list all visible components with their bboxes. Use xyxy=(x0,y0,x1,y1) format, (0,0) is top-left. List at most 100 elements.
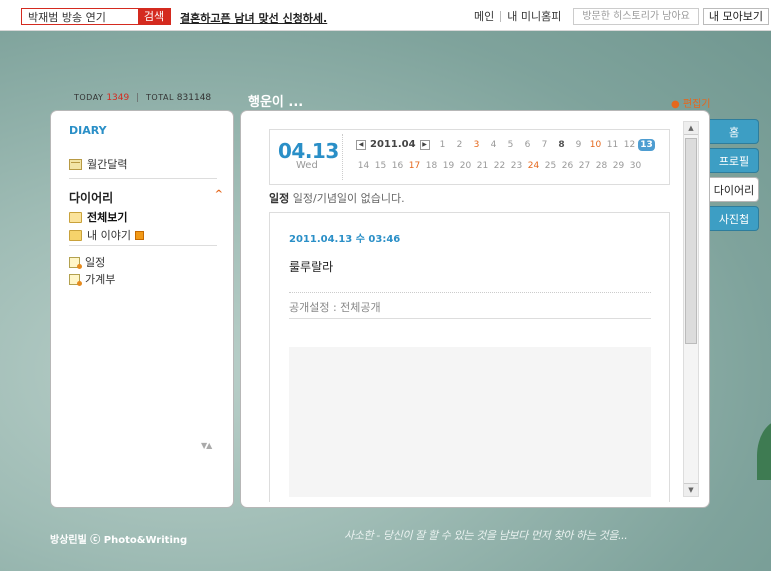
sidebar-item-my-story[interactable]: 내 이야기 xyxy=(69,227,144,243)
today-count: 1349 xyxy=(106,93,130,103)
calendar-day[interactable]: 13 xyxy=(638,139,655,151)
nav-minihompy-link[interactable]: 내 미니홈피 xyxy=(501,8,567,25)
search-box: 검색 xyxy=(21,8,171,25)
calendar-row: 14 15 16 17 18 19 20 21 22 23 24 25 26 27 28 29 30 xyxy=(355,160,670,172)
new-badge-icon xyxy=(134,230,144,240)
home-title: 행운이 ... xyxy=(248,95,304,110)
search-button[interactable]: 검색 xyxy=(138,9,170,24)
calendar-day[interactable]: 2 xyxy=(451,139,468,151)
nav-main-link[interactable]: 메인 xyxy=(468,8,500,25)
sidebar-item-label: 전체보기 xyxy=(87,211,128,224)
post-privacy: 공개설정 : 전체공개 xyxy=(289,301,381,314)
calendar-day[interactable]: 14 xyxy=(355,160,372,172)
top-nav: 메인 내 미니홈피 방문한 히스토리가 남아요 내 모아보기 xyxy=(468,8,769,25)
sidebar-divider xyxy=(69,245,217,246)
visitor-stats: TODAY 1349 | TOTAL 831148 xyxy=(74,93,211,103)
search-input[interactable] xyxy=(22,9,138,24)
scroll-down-icon[interactable]: ▼ xyxy=(684,483,698,496)
main-content: 04.13 Wed ◀ 2011.04 ▶ 1 2 3 4 5 6 7 8 9 10 11 12 13 … xyxy=(240,110,710,508)
tab-photo-album[interactable]: 사진첩 xyxy=(710,206,759,231)
calendar-day[interactable]: 6 xyxy=(519,139,536,151)
promo-link[interactable]: 결혼하고픈 남녀 맞선 신청하세. xyxy=(180,10,327,26)
calendar-day[interactable]: 26 xyxy=(559,160,576,172)
calendar-day[interactable]: 15 xyxy=(372,160,389,172)
calendar-day[interactable]: 12 xyxy=(621,139,638,151)
section-title: 다이어리 xyxy=(69,191,114,205)
schedule-label: 일정 xyxy=(269,192,290,205)
sidebar-section-diary[interactable]: 다이어리 ^ xyxy=(69,189,225,206)
sidebar-item-label: 가계부 xyxy=(85,273,116,286)
calendar-day[interactable]: 16 xyxy=(389,160,406,172)
top-bar: 검색 결혼하고픈 남녀 맞선 신청하세. 메인 내 미니홈피 방문한 히스토리가… xyxy=(0,0,771,31)
scroll-thumb[interactable] xyxy=(685,138,697,344)
scroll-up-icon[interactable]: ▲ xyxy=(684,122,698,135)
footer-owner: 방상린빌 ⓒ Photo&Writing xyxy=(50,535,188,546)
calendar-day[interactable]: 29 xyxy=(610,160,627,172)
main-scrollbar[interactable]: ▲ ▼ xyxy=(683,121,699,497)
post-divider xyxy=(289,292,651,293)
calendar-day[interactable]: 30 xyxy=(627,160,644,172)
calendar-day[interactable]: 25 xyxy=(542,160,559,172)
calendar-day[interactable]: 22 xyxy=(491,160,508,172)
collapse-icon[interactable]: ^ xyxy=(215,189,223,206)
diary-post: 2011.04.13 수 03:46 룰루랄라 공개설정 : 전체공개 xyxy=(269,212,670,502)
tab-diary[interactable]: 다이어리 xyxy=(710,177,759,202)
next-month-icon[interactable]: ▶ xyxy=(419,139,430,150)
left-sidebar: DIARY 월간달력 다이어리 ^ 전체보기 내 이야기 일정 가계부 ▼▲ xyxy=(50,110,234,508)
post-title: 룰루랄라 xyxy=(289,260,334,274)
calendar-row: 1 2 3 4 5 6 7 8 9 10 11 12 13 xyxy=(434,139,670,151)
sidebar-item-monthly-calendar[interactable]: 월간달력 xyxy=(69,156,127,172)
calendar-day[interactable]: 11 xyxy=(604,139,621,151)
current-weekday: Wed xyxy=(296,160,318,171)
folder-icon xyxy=(69,229,82,241)
calendar-day[interactable]: 28 xyxy=(593,160,610,172)
total-label: TOTAL xyxy=(146,93,174,102)
calendar-day[interactable]: 1 xyxy=(434,139,451,151)
today-label: TODAY xyxy=(74,93,104,102)
calendar-day[interactable]: 9 xyxy=(570,139,587,151)
sidebar-item-label: 내 이야기 xyxy=(87,229,131,242)
calendar-days: 1 2 3 4 5 6 7 8 9 10 11 12 13 14 15 16 17 18 19 20 21 22 23 24… xyxy=(358,139,670,181)
calendar-day[interactable]: 19 xyxy=(440,160,457,172)
calendar-day[interactable]: 4 xyxy=(485,139,502,151)
stats-divider: | xyxy=(136,93,140,103)
sidebar-item-label: 일정 xyxy=(85,256,106,269)
calendar-strip: 04.13 Wed ◀ 2011.04 ▶ 1 2 3 4 5 6 7 8 9 10 11 12 13 … xyxy=(269,129,670,185)
calendar-day[interactable]: 8 xyxy=(553,139,570,151)
calendar-day[interactable]: 3 xyxy=(468,139,485,151)
total-count: 831148 xyxy=(176,93,212,103)
my-moa-button[interactable]: 내 모아보기 xyxy=(702,8,769,25)
document-icon xyxy=(69,256,82,269)
schedule-text: 일정/기념일이 없습니다. xyxy=(292,192,405,205)
calendar-day[interactable]: 21 xyxy=(474,160,491,172)
document-icon xyxy=(69,273,82,286)
month-label: 2011.04 xyxy=(370,139,416,150)
calendar-day[interactable]: 27 xyxy=(576,160,593,172)
sidebar-divider xyxy=(69,178,217,179)
calendar-day[interactable]: 23 xyxy=(508,160,525,172)
scroll-arrows-icon[interactable]: ▼▲ xyxy=(201,441,212,450)
editor-link[interactable]: ● 편집기 xyxy=(671,95,711,110)
calendar-day[interactable]: 18 xyxy=(423,160,440,172)
calendar-divider xyxy=(342,134,343,180)
prev-month-icon[interactable]: ◀ xyxy=(356,139,366,150)
post-image-area xyxy=(289,347,651,497)
calendar-icon xyxy=(69,158,82,170)
sidebar-item-view-all[interactable]: 전체보기 xyxy=(69,209,127,225)
calendar-day[interactable]: 7 xyxy=(536,139,553,151)
tab-profile[interactable]: 프로필 xyxy=(710,148,759,173)
post-divider xyxy=(289,318,651,319)
tab-home[interactable]: 홈 xyxy=(710,119,759,144)
calendar-day[interactable]: 20 xyxy=(457,160,474,172)
calendar-day[interactable]: 17 xyxy=(406,160,423,172)
calendar-day[interactable]: 5 xyxy=(502,139,519,151)
sidebar-item-label: 월간달력 xyxy=(87,158,128,171)
calendar-day[interactable]: 10 xyxy=(587,139,604,151)
sidebar-item-schedule[interactable]: 일정 xyxy=(69,254,105,270)
month-nav: ◀ 2011.04 ▶ xyxy=(356,139,430,150)
leaf-decoration xyxy=(757,420,771,480)
sidebar-item-household-ledger[interactable]: 가계부 xyxy=(69,271,115,287)
visit-history-button[interactable]: 방문한 히스토리가 남아요 xyxy=(573,8,699,25)
right-tabs: 홈 프로필 다이어리 사진첩 xyxy=(710,119,759,235)
calendar-day[interactable]: 24 xyxy=(525,160,542,172)
